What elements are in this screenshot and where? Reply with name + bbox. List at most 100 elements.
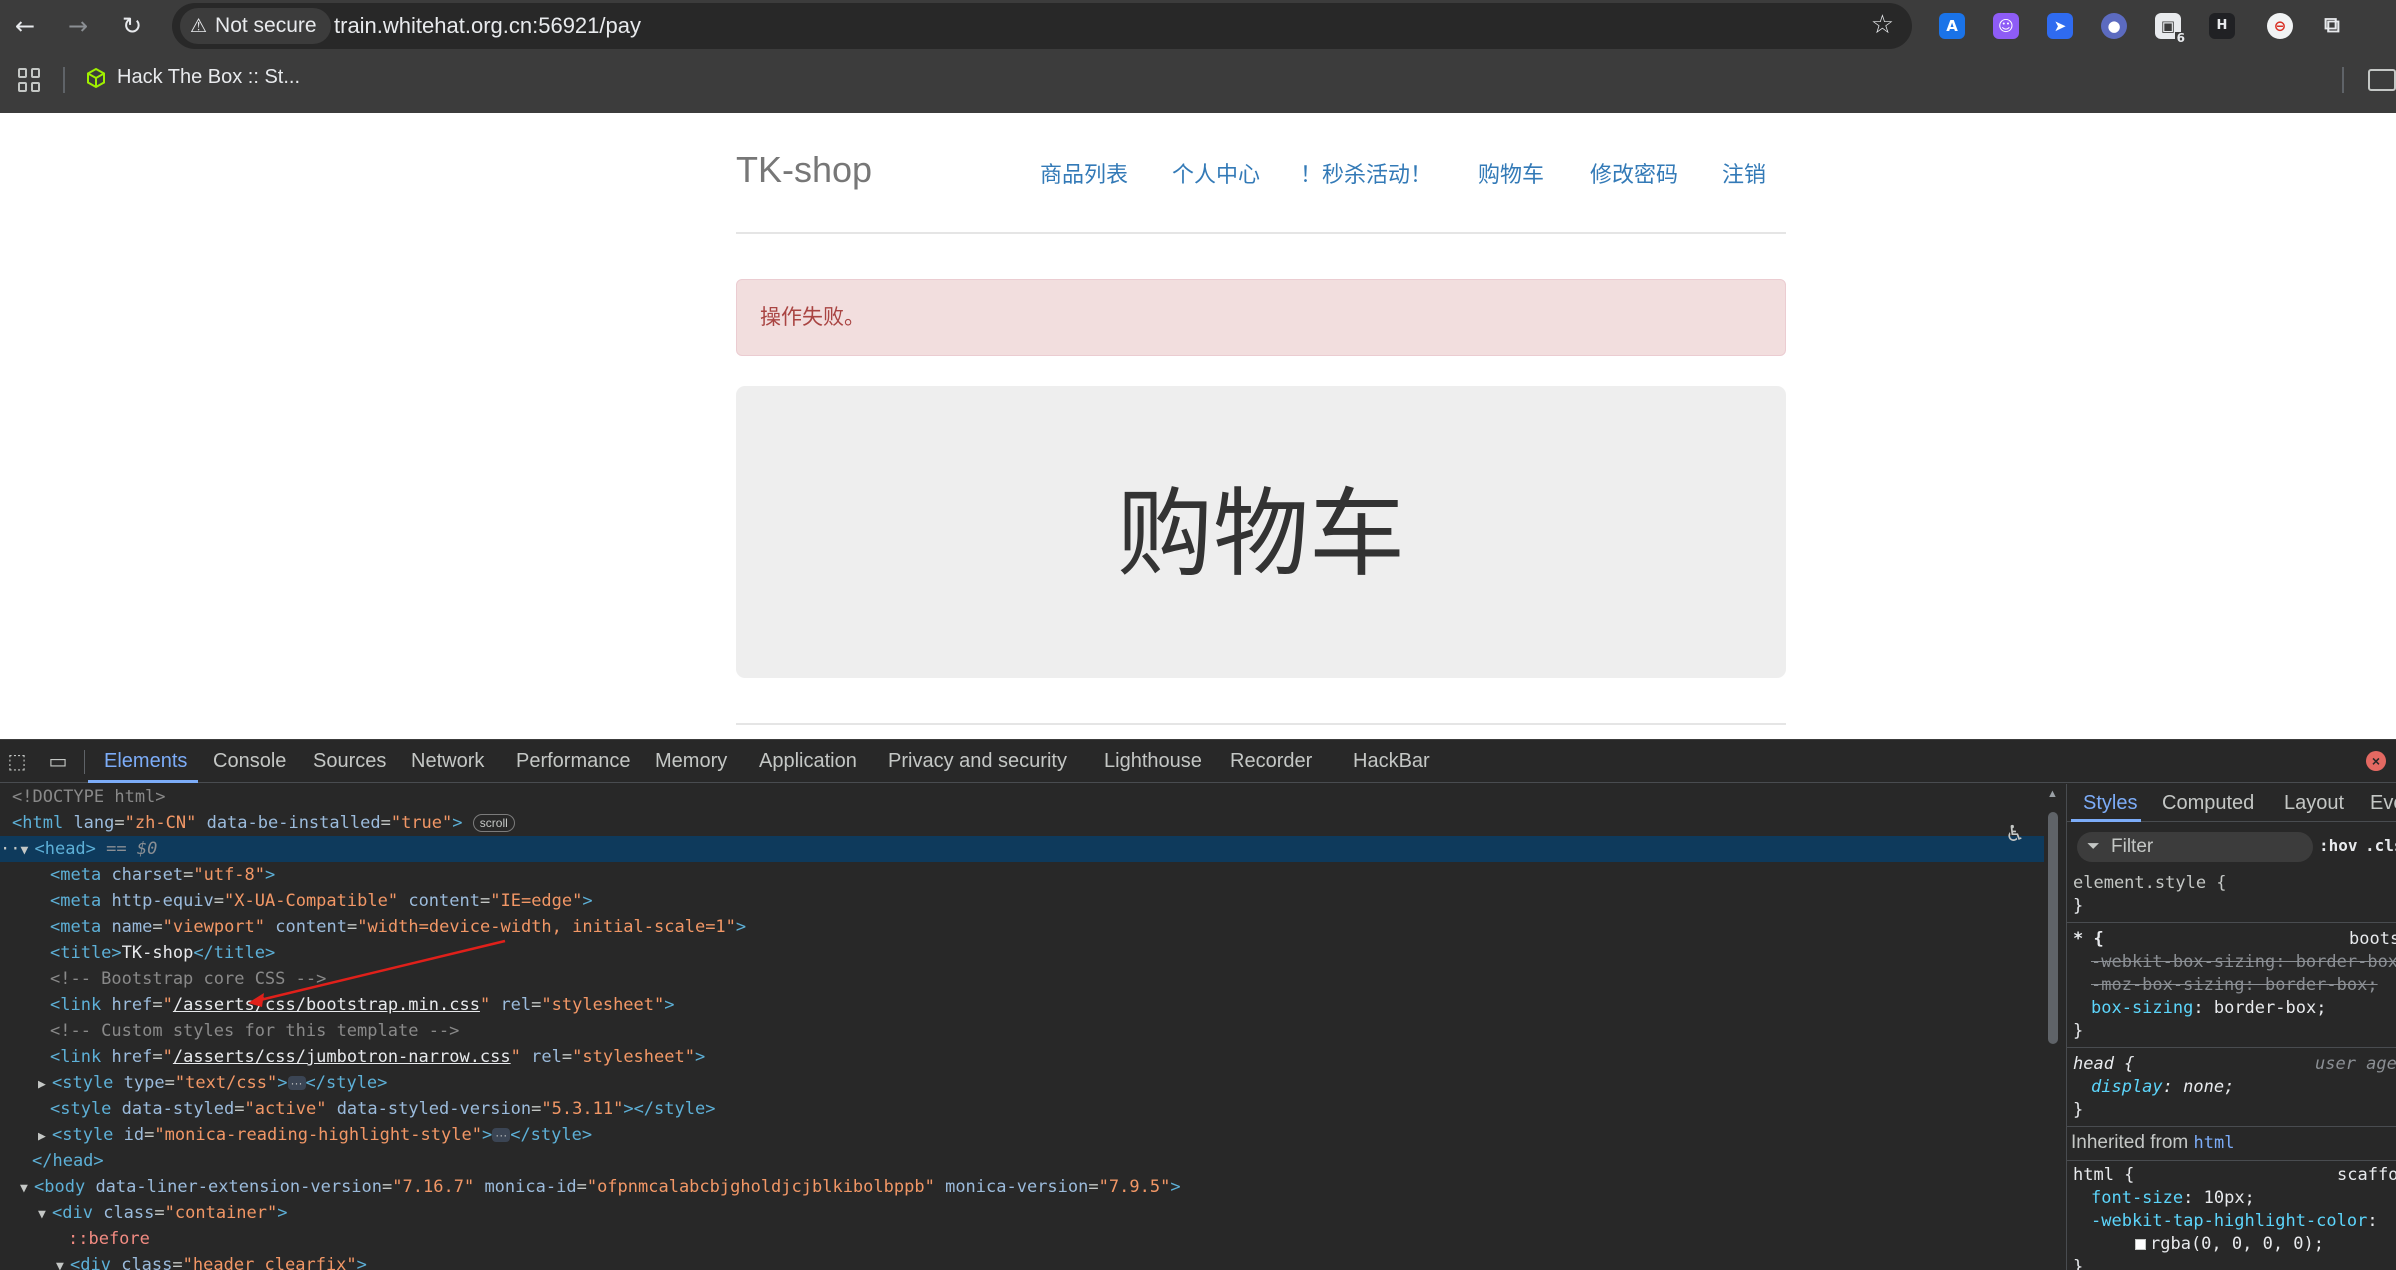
nav-product-list[interactable]: 商品列表 — [1040, 157, 1128, 189]
box-sizing-decl[interactable]: box-sizing: border-box; — [2091, 997, 2326, 1020]
dom-node-pseudo-before[interactable]: ::before — [0, 1226, 2044, 1252]
extension-translate-icon[interactable]: A — [1939, 13, 1965, 39]
tab-lighthouse[interactable]: Lighthouse — [1104, 740, 1202, 783]
device-toolbar-icon[interactable]: ▭ — [45, 748, 71, 774]
nav-change-password[interactable]: 修改密码 — [1590, 157, 1678, 189]
dom-node-head[interactable]: ··▼ <head> == $0 — [0, 836, 2044, 862]
webkit-box-sizing-decl[interactable]: -webkit-box-sizing: border-box — [2091, 951, 2396, 974]
dom-node-style-monica[interactable]: ▶ <style id="monica-reading-highlight-sty… — [0, 1122, 2044, 1148]
inspect-element-icon[interactable]: ⬚ — [4, 748, 30, 774]
color-swatch[interactable] — [2135, 1238, 2146, 1250]
hover-state-toggle[interactable]: :hov — [2319, 836, 2358, 855]
elements-scrollbar[interactable]: ▲ — [2044, 784, 2062, 1270]
tab-computed[interactable]: Computed — [2162, 784, 2254, 822]
class-toggle[interactable]: .cls — [2365, 836, 2396, 855]
tab-network[interactable]: Network — [411, 740, 484, 783]
dom-node-head-close[interactable]: </head> — [0, 1148, 2044, 1174]
dom-node-title[interactable]: <title>TK-shop</title> — [0, 940, 2044, 966]
dom-node-div-header[interactable]: ▼ <div class="header clearfix"> — [0, 1252, 2044, 1270]
forward-icon[interactable]: → — [62, 10, 94, 42]
extension-rocket-icon[interactable]: ➤ — [2047, 13, 2073, 39]
element-style-selector[interactable]: element.style { — [2073, 872, 2227, 895]
extensions-puzzle-icon[interactable]: ⧉ — [2319, 13, 2345, 39]
url-text[interactable]: train.whitehat.org.cn:56921/pay — [334, 3, 641, 49]
dom-node-meta-charset[interactable]: <meta charset="utf-8"> — [0, 862, 2044, 888]
tab-styles[interactable]: Styles — [2083, 784, 2137, 822]
collapse-triangle-icon[interactable]: ▶ — [38, 1072, 52, 1098]
dom-node-style-css[interactable]: ▶ <style type="text/css"> ··· </style> — [0, 1070, 2044, 1096]
tap-highlight-decl[interactable]: -webkit-tap-highlight-color: — [2091, 1210, 2378, 1233]
content-divider — [736, 723, 1786, 725]
extension-adblock-icon[interactable]: ⊖ — [2267, 13, 2293, 39]
html-rule-source[interactable]: scaffo — [2337, 1164, 2396, 1187]
tab-elements[interactable]: Elements — [104, 740, 187, 783]
collapse-triangle-icon[interactable]: ▶ — [38, 1124, 52, 1150]
bookmarks-folder-icon[interactable] — [2368, 69, 2396, 91]
extension-bot-icon[interactable]: ● — [2101, 13, 2127, 39]
back-icon[interactable]: ← — [9, 10, 41, 42]
nav-personal-center[interactable]: 个人中心 — [1172, 157, 1260, 189]
accessibility-tree-icon[interactable]: ♿ — [2000, 820, 2030, 850]
nav-flash-sale[interactable]: ！秒杀活动！ — [1300, 157, 1432, 189]
nav-cart[interactable]: 购物车 — [1478, 157, 1544, 189]
expand-triangle-icon[interactable]: ▼ — [20, 1176, 34, 1202]
dom-node-html[interactable]: <html lang="zh-CN" data-be-installed="tr… — [0, 810, 2044, 836]
font-size-decl[interactable]: font-size: 10px; — [2091, 1187, 2255, 1210]
reload-icon[interactable]: ↻ — [116, 10, 148, 42]
link-jumbotron-href[interactable]: /asserts/css/jumbotron-narrow.css — [173, 1047, 511, 1067]
tap-highlight-value-line[interactable]: rgba(0, 0, 0, 0); — [2135, 1233, 2324, 1256]
dom-node-meta-viewport[interactable]: <meta name="viewport" content="width=dev… — [0, 914, 2044, 940]
tab-event-listeners[interactable]: Eve — [2370, 784, 2396, 822]
scroll-thumb[interactable] — [2048, 812, 2058, 1044]
apps-grid-icon[interactable] — [18, 68, 42, 92]
dom-node-comment-custom[interactable]: <!-- Custom styles for this template --> — [0, 1018, 2044, 1044]
dom-node-div-container[interactable]: ▼ <div class="container"> — [0, 1200, 2044, 1226]
tab-memory[interactable]: Memory — [655, 740, 727, 783]
tab-layout[interactable]: Layout — [2284, 784, 2344, 822]
moz-box-sizing-decl[interactable]: -moz-box-sizing: border-box; — [2091, 974, 2378, 997]
inherited-from-tag[interactable]: html — [2194, 1133, 2235, 1153]
dom-node-comment-bootstrap[interactable]: <!-- Bootstrap core CSS --> — [0, 966, 2044, 992]
body-liner-value: 7.16.7 — [402, 1177, 464, 1197]
html-selector[interactable]: html { — [2073, 1164, 2134, 1187]
bookmark-hackthebox[interactable]: Hack The Box :: St... — [85, 66, 300, 89]
scroll-badge[interactable]: scroll — [472, 814, 515, 832]
display-prop: display — [2091, 1077, 2163, 1097]
bookmark-star-icon[interactable]: ☆ — [1871, 10, 1894, 40]
tab-sources[interactable]: Sources — [313, 740, 386, 783]
link-bootstrap-href[interactable]: /asserts/css/bootstrap.min.css — [173, 995, 480, 1015]
extension-h-icon[interactable]: H — [2209, 13, 2235, 39]
tab-privacy-security[interactable]: Privacy and security — [888, 740, 1067, 783]
styles-filter-input[interactable]: ⏷ Filter — [2077, 832, 2313, 862]
hackthebox-cube-icon — [87, 67, 105, 88]
dom-node-style-styled[interactable]: <style data-styled="active" data-styled-… — [0, 1096, 2044, 1122]
extension-qr-icon[interactable]: ▣ 6 — [2155, 13, 2187, 45]
expand-triangle-icon[interactable]: ▼ — [56, 1254, 70, 1270]
tab-performance[interactable]: Performance — [516, 740, 631, 783]
site-brand[interactable]: TK-shop — [736, 149, 872, 191]
nav-logout[interactable]: 注销 — [1722, 157, 1766, 189]
expand-triangle-icon[interactable]: ▼ — [38, 1202, 52, 1228]
collapsed-ellipsis[interactable]: ··· — [492, 1128, 511, 1142]
dom-node-meta-http-equiv[interactable]: <meta http-equiv="X-UA-Compatible" conte… — [0, 888, 2044, 914]
head-selector[interactable]: head { — [2073, 1053, 2134, 1076]
dom-node-body[interactable]: ▼ <body data-liner-extension-version="7.1… — [0, 1174, 2044, 1200]
devtools-error-icon[interactable]: × — [2366, 751, 2386, 771]
dom-node-doctype[interactable]: <!DOCTYPE html> — [0, 784, 2044, 810]
collapsed-ellipsis[interactable]: ··· — [287, 1076, 306, 1090]
address-bar[interactable]: ⚠ Not secure train.whitehat.org.cn:56921… — [172, 3, 1912, 49]
universal-rule-source[interactable]: boots — [2349, 928, 2396, 951]
security-chip[interactable]: ⚠ Not secure — [180, 8, 331, 44]
dom-node-link-bootstrap[interactable]: <link href="/asserts/css/bootstrap.min.c… — [0, 992, 2044, 1018]
extension-monica-icon[interactable]: ☺ — [1993, 13, 2019, 39]
tab-recorder[interactable]: Recorder — [1230, 740, 1312, 783]
tab-application[interactable]: Application — [759, 740, 857, 783]
tab-hackbar[interactable]: HackBar — [1353, 740, 1430, 783]
error-alert: 操作失败。 — [736, 279, 1786, 356]
expand-triangle-icon[interactable]: ▼ — [20, 838, 34, 864]
tab-console[interactable]: Console — [213, 740, 286, 783]
scroll-up-icon[interactable]: ▲ — [2047, 788, 2058, 800]
display-decl[interactable]: display: none; — [2091, 1076, 2234, 1099]
universal-selector[interactable]: * { — [2073, 928, 2104, 951]
dom-node-link-jumbotron[interactable]: <link href="/asserts/css/jumbotron-narro… — [0, 1044, 2044, 1070]
